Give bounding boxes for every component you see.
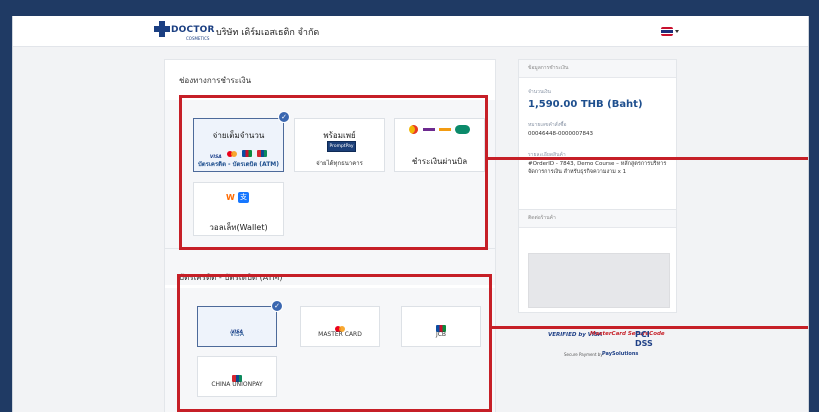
highlight-connector-line [492, 326, 808, 329]
payment-summary-panel: ข้อมูลการชำระเงิน จำนวนเงิน 1,590.00 THB… [518, 59, 677, 213]
contact-header: ติดต่อร้านค้า [519, 210, 676, 228]
chevron-down-icon[interactable] [675, 30, 679, 33]
payment-channels-title: ช่องทางการชำระเงิน [179, 76, 252, 85]
paysolutions-logo: PaySolutions [602, 351, 639, 357]
security-logos: VERIFIED by VISA MasterCard SecureCode P… [540, 326, 665, 366]
top-bar: DOCTOR COSMETICS บริษัท เดิร์มเอสเธติก จ… [13, 16, 808, 47]
order-label: หมายเลขคำสั่งซื้อ [528, 122, 567, 128]
secure-payment-text: Secure Payment by [564, 352, 603, 357]
logo-wordmark: DOCTOR [171, 25, 215, 35]
highlight-card-types [177, 274, 492, 412]
product-detail: #OrderID - 7843, Demo Course – หลักสูตรก… [528, 161, 667, 175]
pci-dss-icon: PCI DSS [635, 330, 653, 348]
amount-value: 1,590.00 THB (Baht) [528, 99, 643, 110]
doctor-cross-logo-icon [154, 21, 170, 37]
merchant-info-placeholder [528, 253, 670, 308]
contact-merchant-panel: ติดต่อร้านค้า [518, 209, 677, 313]
highlight-connector-line [488, 157, 808, 160]
highlight-payment-options [179, 95, 488, 250]
company-name: บริษัท เดิร์มเอสเธติก จำกัด [216, 28, 320, 38]
thai-flag-icon[interactable] [661, 27, 673, 36]
browser-viewport: DOCTOR COSMETICS บริษัท เดิร์มเอสเธติก จ… [12, 16, 809, 412]
summary-header: ข้อมูลการชำระเงิน [519, 60, 676, 78]
logo-subtitle: COSMETICS [186, 36, 210, 41]
amount-label: จำนวนเงิน [528, 89, 551, 95]
order-number: 00046448-0000007843 [528, 131, 593, 137]
